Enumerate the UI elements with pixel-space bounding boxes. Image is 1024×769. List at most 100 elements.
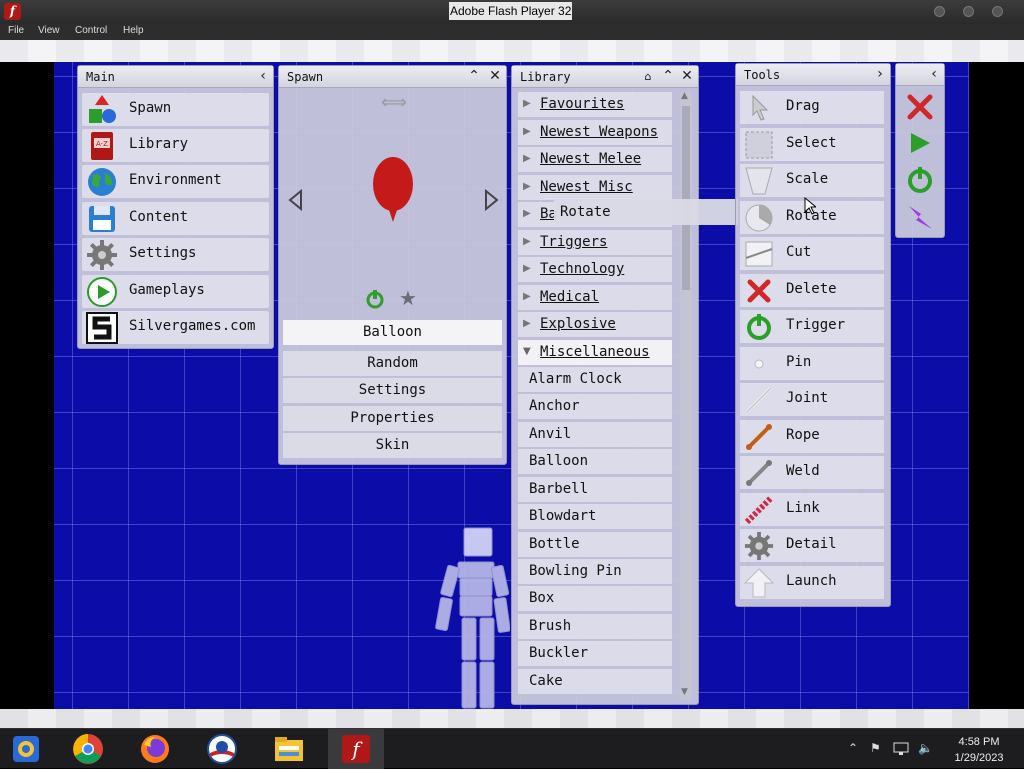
main-item-silvergames[interactable]: Silvergames.com <box>82 311 269 344</box>
spawn-random-button[interactable]: Random <box>283 351 502 376</box>
library-category-miscellaneous[interactable]: ▼ Miscellaneous <box>518 340 672 365</box>
tool-weld[interactable]: Weld <box>740 456 884 489</box>
obama-logo-icon[interactable] <box>206 733 238 765</box>
tool-pin[interactable]: Pin <box>740 347 884 380</box>
spawn-skin-button[interactable]: Skin <box>283 433 502 458</box>
maximize-button[interactable] <box>963 6 974 17</box>
shapes-icon <box>89 95 116 123</box>
library-category-triggers[interactable]: ▶ Triggers <box>518 230 672 255</box>
tool-detail[interactable]: Detail <box>740 529 884 562</box>
spawn-selected-item[interactable]: Balloon <box>283 320 502 345</box>
scroll-thumb[interactable] <box>682 106 690 290</box>
library-scrollbar[interactable]: ▲ ▼ <box>680 91 692 700</box>
library-category-favourites[interactable]: ▶ Favourites <box>518 92 672 117</box>
chrome-icon[interactable] <box>72 733 104 765</box>
show-hidden-icons-icon[interactable]: ⌃ <box>848 741 858 755</box>
library-item-cake[interactable]: Cake <box>518 669 672 694</box>
collapse-left-icon[interactable]: ‹ <box>255 68 271 85</box>
collapse-right-icon[interactable]: › <box>872 66 888 83</box>
resize-horizontal-icon[interactable]: ⟺ <box>381 92 407 113</box>
main-item-library[interactable]: A-Z Library <box>82 129 269 162</box>
tool-link[interactable]: Link <box>740 493 884 526</box>
close-x-icon[interactable]: ✕ <box>679 68 695 85</box>
firefox-icon[interactable] <box>139 733 171 765</box>
main-item-environment[interactable]: Environment <box>82 165 269 198</box>
library-item-barbell[interactable]: Barbell <box>518 477 672 502</box>
gear-icon <box>744 531 774 561</box>
stage-bottom-border <box>0 709 1024 728</box>
tool-launch[interactable]: Launch <box>740 566 884 599</box>
spawn-properties-button[interactable]: Properties <box>283 406 502 431</box>
main-item-gameplays[interactable]: Gameplays <box>82 275 269 308</box>
ragdoll-figure[interactable] <box>430 526 510 709</box>
close-button[interactable] <box>992 6 1003 17</box>
library-category-explosive[interactable]: ▶ Explosive <box>518 312 672 337</box>
previous-arrow-icon[interactable] <box>287 188 305 212</box>
library-category-technology[interactable]: ▶ Technology <box>518 257 672 282</box>
tool-drag[interactable]: Drag <box>740 91 884 124</box>
category-label: Newest Weapons <box>540 124 659 140</box>
play-icon[interactable] <box>908 131 932 155</box>
scroll-down-icon[interactable]: ▼ <box>681 687 688 697</box>
close-x-icon[interactable]: ✕ <box>487 68 503 85</box>
library-category-medical[interactable]: ▶ Medical <box>518 285 672 310</box>
ie-icon[interactable] <box>10 733 42 765</box>
power-icon[interactable] <box>906 166 934 194</box>
menubar: File View Control Help <box>0 24 1024 40</box>
minimize-button[interactable] <box>934 6 945 17</box>
lightning-icon[interactable] <box>906 203 934 231</box>
tool-delete[interactable]: Delete <box>740 274 884 307</box>
trigger-power-icon[interactable] <box>365 289 385 309</box>
library-category-newest-weapons[interactable]: ▶ Newest Weapons <box>518 120 672 145</box>
scroll-up-icon[interactable]: ▲ <box>681 91 688 101</box>
tool-trigger[interactable]: Trigger <box>740 310 884 343</box>
menu-help[interactable]: Help <box>123 25 144 36</box>
clear-x-icon[interactable] <box>906 93 934 121</box>
tool-select[interactable]: Select <box>740 128 884 161</box>
favourite-star-icon[interactable]: ★ <box>399 286 417 310</box>
spawn-settings-button[interactable]: Settings <box>283 378 502 403</box>
tool-cut[interactable]: Cut <box>740 237 884 270</box>
tool-label: Delete <box>786 281 837 297</box>
library-item-alarm-clock[interactable]: Alarm Clock <box>518 367 672 392</box>
menu-control[interactable]: Control <box>75 25 107 36</box>
menu-view[interactable]: View <box>38 25 60 36</box>
library-item-blowdart[interactable]: Blowdart <box>518 504 672 529</box>
category-label: Technology <box>540 261 625 277</box>
library-item-balloon[interactable]: Balloon <box>518 449 672 474</box>
library-item-brush[interactable]: Brush <box>518 614 672 639</box>
main-item-content[interactable]: Content <box>82 202 269 235</box>
disk-icon <box>89 206 115 232</box>
home-icon[interactable]: ⌂ <box>640 68 656 85</box>
library-item-box[interactable]: Box <box>518 586 672 611</box>
main-item-label: Settings <box>129 245 197 261</box>
file-explorer-icon[interactable] <box>273 733 305 765</box>
collapse-up-icon[interactable]: ⌃ <box>466 68 482 85</box>
volume-icon[interactable]: 🔈 <box>918 741 933 755</box>
tool-rope[interactable]: Rope <box>740 420 884 453</box>
system-clock[interactable]: 4:58 PM 1/29/2023 <box>942 734 1016 766</box>
tools-panel-title: Tools <box>744 68 781 82</box>
network-icon[interactable] <box>893 742 909 756</box>
library-item-bowling-pin[interactable]: Bowling Pin <box>518 559 672 584</box>
flash-icon[interactable]: f <box>340 733 372 765</box>
silvergames-logo-icon <box>86 312 118 344</box>
menu-file[interactable]: File <box>8 25 24 36</box>
main-item-spawn[interactable]: Spawn <box>82 93 269 126</box>
library-category-newest-melee[interactable]: ▶ Newest Melee <box>518 147 672 172</box>
collapse-left-icon[interactable]: ‹ <box>926 66 942 83</box>
library-category-newest-misc[interactable]: ▶ Newest Misc <box>518 175 672 200</box>
tool-joint[interactable]: Joint <box>740 383 884 416</box>
collapse-up-icon[interactable]: ⌃ <box>660 68 676 85</box>
library-item-anvil[interactable]: Anvil <box>518 422 672 447</box>
tool-scale[interactable]: Scale <box>740 164 884 197</box>
flag-icon[interactable]: ⚑ <box>870 741 881 755</box>
window-titlebar: f Adobe Flash Player 32 <box>0 0 1024 24</box>
item-label: Bowling Pin <box>529 563 622 579</box>
library-item-anchor[interactable]: Anchor <box>518 394 672 419</box>
library-item-buckler[interactable]: Buckler <box>518 641 672 666</box>
library-item-bottle[interactable]: Bottle <box>518 532 672 557</box>
main-item-settings[interactable]: Settings <box>82 238 269 271</box>
next-arrow-icon[interactable] <box>482 188 500 212</box>
taskbar-active-app[interactable]: f <box>328 729 384 769</box>
